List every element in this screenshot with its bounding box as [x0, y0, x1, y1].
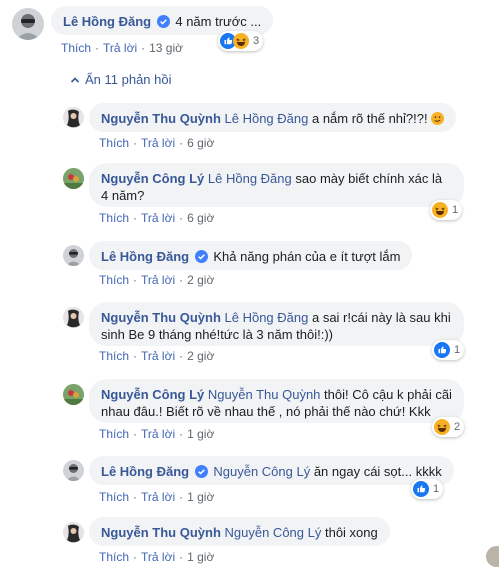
smirk-emoji-icon: [431, 112, 445, 125]
verified-icon: [194, 465, 208, 478]
like-link[interactable]: Thích: [99, 550, 129, 564]
reply-text: a nắm rõ thế nhỉ?!?!: [311, 111, 428, 126]
timestamp[interactable]: 2 giờ: [187, 349, 214, 363]
reply-text: ăn ngay cái sọt... kkkk: [313, 464, 442, 479]
mention-tag[interactable]: Nguyễn Thu Quỳnh: [208, 387, 321, 402]
reply-link[interactable]: Trả lời: [141, 490, 175, 504]
reaction-count: 3: [253, 35, 260, 47]
reply-bubble: Nguyễn Thu Quỳnh Nguyễn Công Lý thôi xon…: [89, 517, 390, 546]
reaction-count: 2: [454, 421, 461, 433]
like-link[interactable]: Thích: [99, 273, 129, 287]
avatar[interactable]: [63, 245, 84, 266]
avatar[interactable]: [63, 307, 84, 328]
avatar[interactable]: [486, 546, 499, 567]
reply-author[interactable]: Nguyễn Công Lý: [101, 387, 204, 402]
reply-bubble: Lê Hồng Đăng Khả năng phán của e ít tượt…: [89, 241, 413, 270]
reply-bubble: Nguyễn Thu Quỳnh Lê Hồng Đăng a sai r!cá…: [89, 302, 464, 346]
mention-tag[interactable]: Nguyễn Công Lý: [213, 464, 310, 479]
reply-bubble: Nguyễn Thu Quỳnh Lê Hồng Đăng a nắm rõ t…: [89, 103, 457, 132]
timestamp[interactable]: 1 giờ: [187, 550, 214, 564]
mention-tag[interactable]: Lê Hồng Đăng: [208, 171, 292, 186]
like-link[interactable]: Thích: [99, 490, 129, 504]
timestamp[interactable]: 2 giờ: [187, 273, 214, 287]
reply-actions: Thích · Trả lời · 6 giờ: [99, 136, 215, 150]
reply-actions: Thích · Trả lời · 1 giờ: [99, 490, 215, 504]
mention-tag[interactable]: Nguyễn Công Lý: [225, 525, 322, 540]
reply-actions: Thích · Trả lời · 1 giờ: [99, 427, 215, 441]
reply-author[interactable]: Nguyễn Thu Quỳnh: [101, 310, 221, 325]
haha-reaction-icon: [432, 202, 448, 218]
like-link[interactable]: Thích: [61, 41, 91, 55]
reply-bubble: Nguyễn Công Lý Nguyễn Thu Quỳnh thôi! Cô…: [89, 379, 464, 423]
mention-tag[interactable]: Lê Hồng Đăng: [225, 111, 309, 126]
avatar[interactable]: [63, 107, 84, 128]
reply-link[interactable]: Trả lời: [141, 427, 175, 441]
reply-link[interactable]: Trả lời: [141, 273, 175, 287]
verified-icon: [194, 250, 208, 263]
like-link[interactable]: Thích: [99, 349, 129, 363]
reply-actions: Thích · Trả lời · 2 giờ: [99, 349, 215, 363]
reply-bubble: Nguyễn Công Lý Lê Hồng Đăng sao mày biết…: [89, 163, 464, 207]
reply-link[interactable]: Trả lời: [141, 550, 175, 564]
like-link[interactable]: Thích: [99, 211, 129, 225]
reaction-count: 1: [454, 344, 461, 356]
reply-author[interactable]: Lê Hồng Đăng: [101, 249, 189, 264]
verified-icon: [156, 15, 170, 28]
hide-replies-toggle[interactable]: Ẩn 11 phản hồi: [70, 72, 172, 87]
timestamp[interactable]: 1 giờ: [187, 490, 214, 504]
reply-actions: Thích · Trả lời · 1 giờ: [99, 550, 215, 564]
reply-link[interactable]: Trả lời: [141, 136, 175, 150]
reaction-summary[interactable]: 2: [432, 417, 465, 437]
reply-actions: Thích · Trả lời · 2 giờ: [99, 273, 215, 287]
reply-text: thôi xong: [324, 525, 378, 540]
avatar[interactable]: [63, 168, 84, 189]
like-reaction-icon: [413, 481, 429, 497]
reaction-summary[interactable]: 3: [218, 31, 264, 51]
avatar[interactable]: [63, 384, 84, 405]
comment-text: 4 năm trước ...: [175, 14, 262, 29]
timestamp[interactable]: 6 giờ: [187, 211, 214, 225]
reaction-summary[interactable]: 1: [411, 479, 444, 499]
chevron-up-icon: [70, 76, 80, 83]
reply-author[interactable]: Nguyễn Thu Quỳnh: [101, 111, 221, 126]
timestamp[interactable]: 6 giờ: [187, 136, 214, 150]
avatar[interactable]: [12, 8, 44, 40]
like-link[interactable]: Thích: [99, 136, 129, 150]
like-link[interactable]: Thích: [99, 427, 129, 441]
mention-tag[interactable]: Lê Hồng Đăng: [225, 310, 309, 325]
reply-actions: Thích · Trả lời · 6 giờ: [99, 211, 215, 225]
reply-author[interactable]: Nguyễn Thu Quỳnh: [101, 525, 221, 540]
comment-actions: Thích · Trả lời · 13 giờ: [61, 41, 183, 55]
haha-reaction-icon: [434, 419, 450, 435]
reaction-count: 1: [433, 483, 440, 495]
reply-author[interactable]: Lê Hồng Đăng: [101, 464, 189, 479]
toggle-label: Ẩn 11 phản hồi: [85, 72, 172, 87]
reply-link[interactable]: Trả lời: [141, 349, 175, 363]
reply-link[interactable]: Trả lời: [103, 41, 137, 55]
avatar[interactable]: [63, 460, 84, 481]
reaction-summary[interactable]: 1: [430, 200, 463, 220]
avatar[interactable]: [63, 522, 84, 543]
timestamp[interactable]: 1 giờ: [187, 427, 214, 441]
reaction-summary[interactable]: 1: [432, 340, 465, 360]
reply-link[interactable]: Trả lời: [141, 211, 175, 225]
comment-author[interactable]: Lê Hồng Đăng: [63, 14, 151, 29]
reply-bubble: Lê Hồng Đăng Nguyễn Công Lý ăn ngay cái …: [89, 456, 454, 485]
reply-text: Khả năng phán của e ít tượt lắm: [213, 249, 401, 264]
like-reaction-icon: [434, 342, 450, 358]
haha-reaction-icon: [233, 33, 249, 49]
timestamp[interactable]: 13 giờ: [149, 41, 183, 55]
reply-author[interactable]: Nguyễn Công Lý: [101, 171, 204, 186]
reaction-count: 1: [452, 204, 459, 216]
